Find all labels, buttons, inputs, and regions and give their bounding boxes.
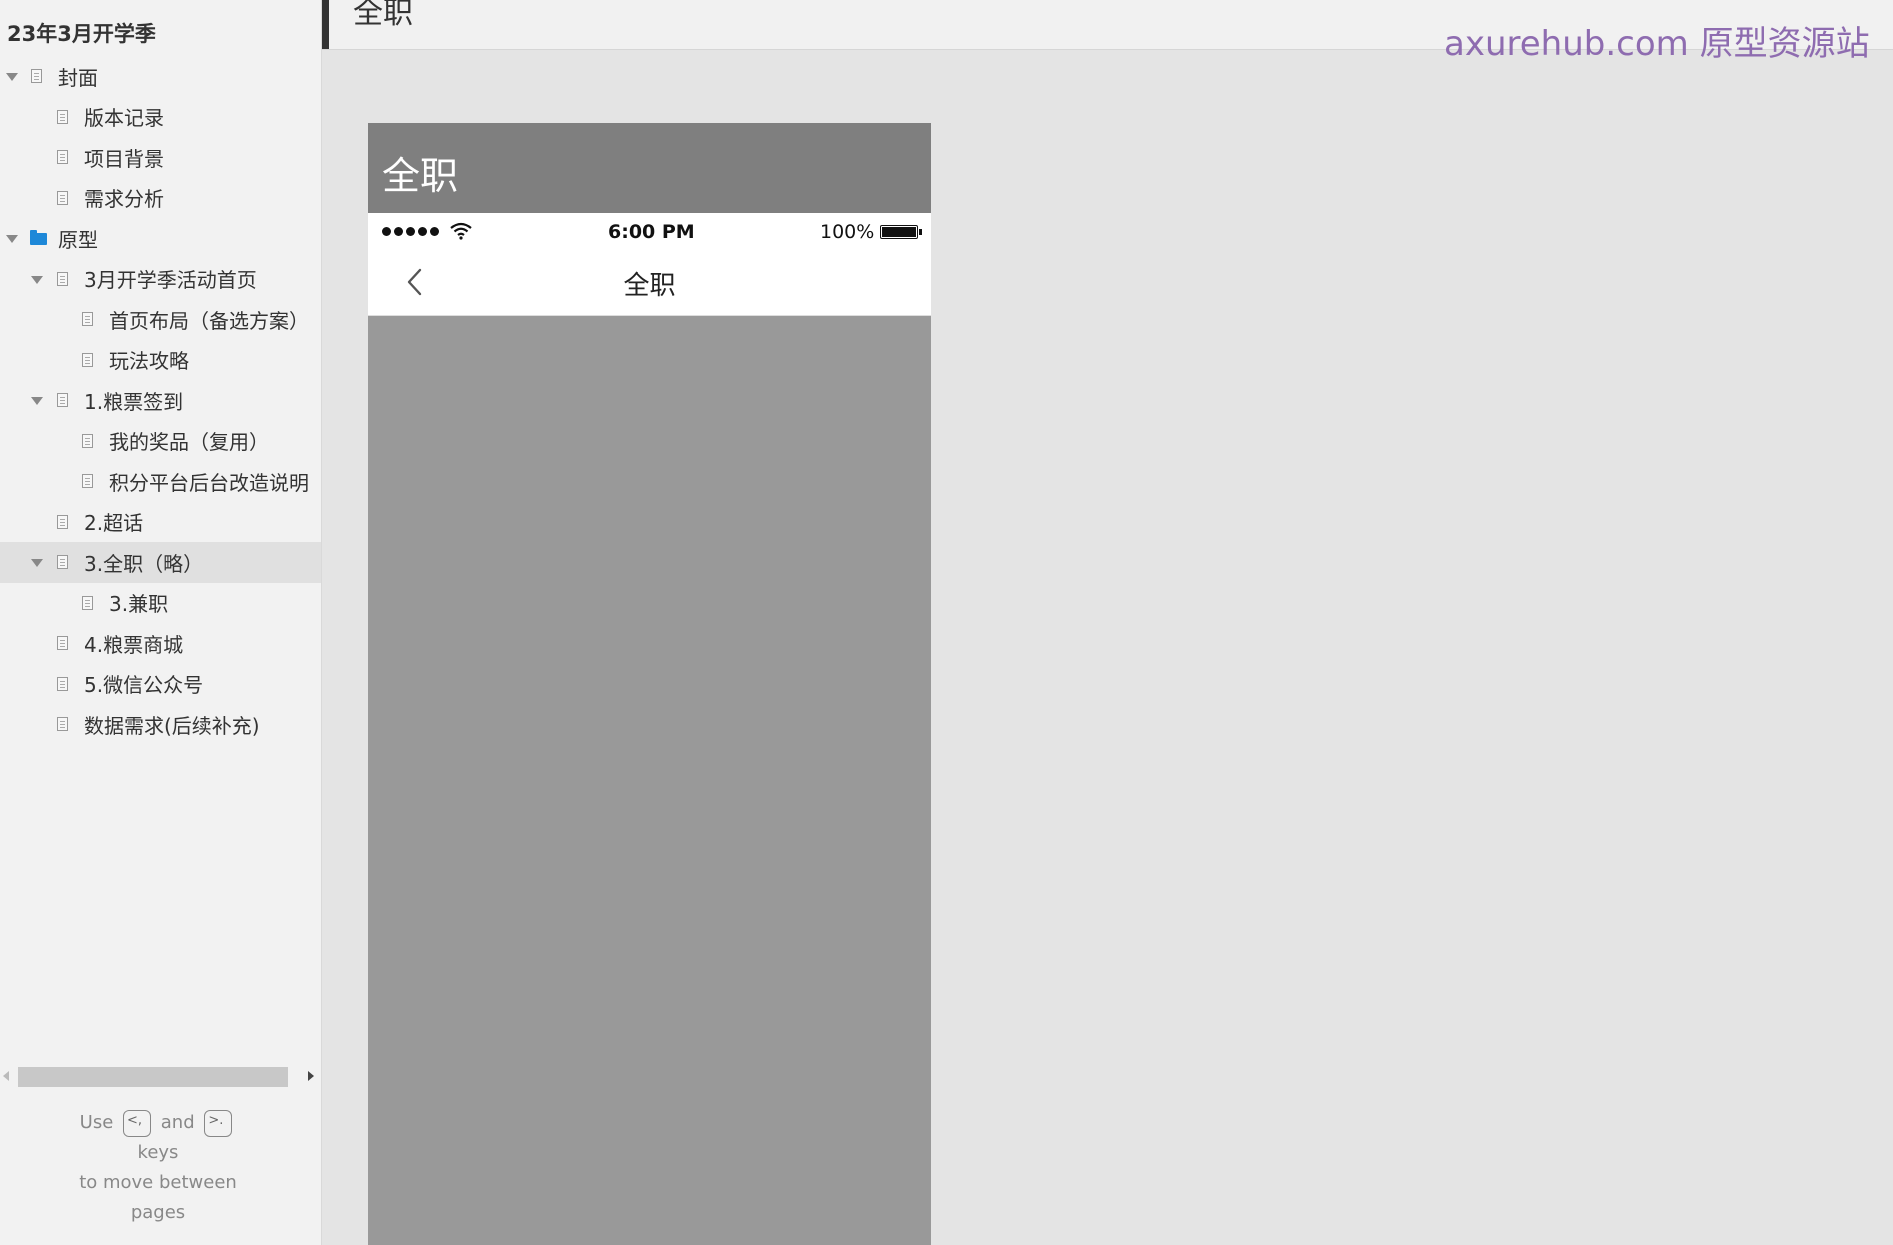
expand-toggle-icon[interactable] (31, 397, 43, 405)
tree-item-label: 积分平台后台改造说明 (109, 470, 309, 495)
tree-item-points-backend[interactable]: 积分平台后台改造说明 (0, 461, 321, 502)
tree-item-wechat[interactable]: 5.微信公众号 (0, 664, 321, 705)
tree-item-home-layout-alt[interactable]: 首页布局（备选方案） (0, 299, 321, 340)
tree-item-label: 5.微信公众号 (84, 673, 204, 698)
keyboard-hint: Use <, and >. keys to move between pages (60, 1108, 256, 1228)
page-icon (57, 676, 68, 691)
tree-item-label: 首页布局（备选方案） (109, 308, 309, 333)
tree-item-activity-home[interactable]: 3月开学季活动首页 (0, 259, 321, 300)
tree-item-label: 我的奖品（复用） (109, 430, 269, 455)
page-icon (57, 109, 68, 124)
tree-item-checkin[interactable]: 1.粮票签到 (0, 380, 321, 421)
tree-item-label: 需求分析 (84, 187, 164, 212)
sitemap-sidebar: 23年3月开学季 封面 版本记录 项目背景 需求分析 原型 3月开学季活动首页 … (0, 0, 322, 1245)
tree-item-requirements[interactable]: 需求分析 (0, 178, 321, 219)
tree-item-my-prizes[interactable]: 我的奖品（复用） (0, 421, 321, 462)
signal-strength-icon (382, 227, 439, 236)
hint-use: Use (79, 1112, 114, 1133)
banner-title: 全职 (382, 154, 459, 198)
tree-item-background[interactable]: 项目背景 (0, 137, 321, 178)
project-title: 23年3月开学季 (7, 22, 156, 46)
page-icon (57, 190, 68, 205)
next-key-icon: >. (204, 1109, 233, 1137)
horizontal-scrollbar[interactable] (0, 1065, 321, 1087)
expand-toggle-icon[interactable] (6, 73, 18, 81)
expand-toggle-icon[interactable] (31, 559, 43, 567)
status-time: 6:00 PM (608, 221, 695, 243)
tree-item-label: 项目背景 (84, 146, 164, 171)
page-icon (82, 433, 93, 448)
scrollbar-thumb[interactable] (18, 1067, 288, 1087)
scroll-right-icon[interactable] (308, 1071, 314, 1081)
watermark: axurehub.com 原型资源站 (1444, 24, 1870, 64)
page-icon (82, 595, 93, 610)
tree-item-fulltime[interactable]: 3.全职（略） (0, 542, 321, 583)
phone-banner: 全职 (368, 123, 931, 213)
page-icon (57, 514, 68, 529)
tree-item-gameplay-guide[interactable]: 玩法攻略 (0, 340, 321, 381)
prev-key-icon: <, (123, 1109, 152, 1137)
expand-toggle-icon[interactable] (31, 275, 43, 284)
expand-toggle-icon[interactable] (6, 235, 18, 243)
page-icon (57, 717, 68, 731)
page-icon (57, 150, 68, 164)
tree-item-super-topic[interactable]: 2.超话 (0, 502, 321, 543)
page-icon (31, 69, 42, 83)
tree-item-label: 4.粮票商城 (84, 632, 184, 657)
tree-item-mall[interactable]: 4.粮票商城 (0, 623, 321, 664)
nav-title: 全职 (623, 271, 676, 301)
page-tree: 封面 版本记录 项目背景 需求分析 原型 3月开学季活动首页 首页布局（备选方案… (0, 56, 321, 745)
wifi-icon (450, 222, 472, 240)
page-icon (57, 555, 68, 569)
phone-prototype: 全职 6:00 PM 100% 全职 (368, 123, 931, 1245)
header-accent-bar (322, 0, 329, 49)
hint-and: and (160, 1112, 195, 1133)
tree-item-label: 3月开学季活动首页 (84, 268, 257, 293)
battery-icon (880, 225, 918, 239)
tree-item-label: 1.粮票签到 (84, 389, 184, 414)
page-icon (57, 636, 68, 650)
hint-line3: pages (130, 1202, 186, 1223)
tree-item-label: 2.超话 (84, 511, 144, 536)
tree-item-label: 数据需求(后续补充) (84, 713, 260, 738)
tree-item-label: 原型 (58, 227, 98, 252)
hint-keys: keys (137, 1142, 179, 1163)
battery-percent: 100% (820, 221, 875, 243)
tree-item-parttime[interactable]: 3.兼职 (0, 583, 321, 624)
page-title: 全职 (353, 0, 413, 31)
battery-tip (919, 229, 922, 235)
scroll-left-icon[interactable] (3, 1071, 9, 1081)
page-icon (82, 474, 93, 488)
page-icon (82, 312, 93, 326)
tree-item-version[interactable]: 版本记录 (0, 97, 321, 138)
page-icon (82, 352, 93, 367)
page-icon (57, 271, 68, 286)
tree-item-label: 玩法攻略 (109, 349, 189, 374)
tree-item-label: 3.兼职 (109, 592, 169, 617)
tree-item-label: 封面 (58, 65, 98, 90)
tree-item-label: 版本记录 (84, 106, 164, 131)
battery-fill (882, 227, 916, 237)
hint-line2: to move between (79, 1172, 237, 1193)
tree-item-prototype-folder[interactable]: 原型 (0, 218, 321, 259)
nav-bar: 全职 (368, 251, 931, 316)
status-bar: 6:00 PM 100% (368, 213, 931, 251)
page-icon (57, 393, 68, 407)
tree-item-label: 3.全职（略） (84, 551, 204, 576)
tree-item-data-requirements[interactable]: 数据需求(后续补充) (0, 704, 321, 745)
folder-icon (30, 230, 47, 245)
tree-item-cover[interactable]: 封面 (0, 56, 321, 97)
